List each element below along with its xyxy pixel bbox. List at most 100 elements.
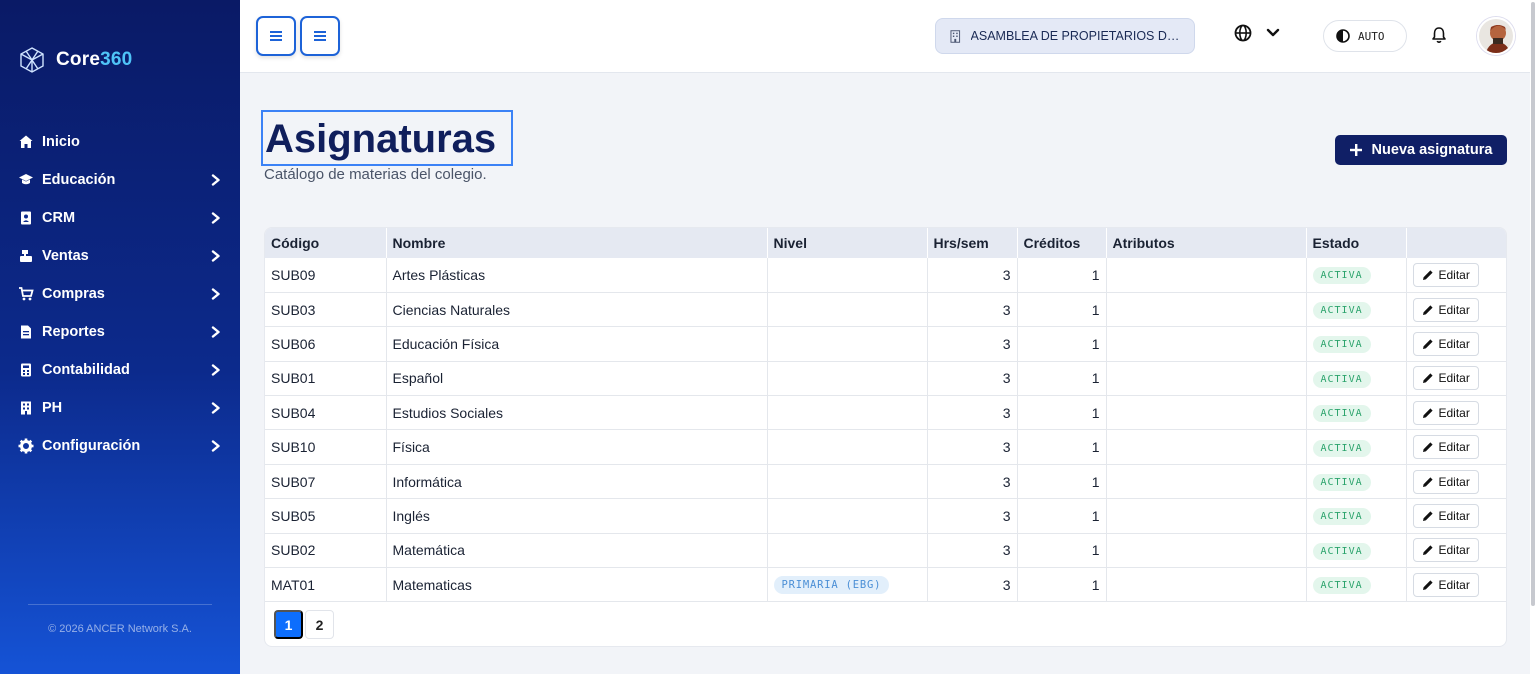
edit-button[interactable]: Editar [1412,366,1479,391]
cell-credits: 1 [1017,326,1107,362]
logo-mark-icon [20,47,44,73]
sidebar-item-compras[interactable]: Compras [0,275,240,313]
column-header-status[interactable]: Estado [1306,228,1407,258]
language-selector[interactable] [1234,24,1280,42]
column-header-level[interactable]: Nivel [767,228,928,258]
sidebar-item-inicio[interactable]: Inicio [0,123,240,161]
cell-status: ACTIVA [1306,326,1407,362]
status-badge: ACTIVA [1312,474,1371,492]
edit-label: Editar [1438,508,1470,523]
status-badge: ACTIVA [1312,267,1371,285]
sidebar-item-crm[interactable]: CRM [0,199,240,237]
edit-button[interactable]: Editar [1412,262,1479,287]
column-header-attributes[interactable]: Atributos [1106,228,1307,258]
edit-label: Editar [1438,267,1470,282]
sidebar-toggle-button[interactable] [256,16,296,56]
cell-code: SUB02 [265,533,387,569]
chevron-right-icon [211,212,220,224]
cell-status: ACTIVA [1306,429,1407,465]
organization-selector[interactable]: ASAMBLEA DE PROPIETARIOS DE ... [935,18,1195,54]
column-header-actions [1406,228,1506,258]
chevron-right-icon [211,326,220,338]
cell-level [767,395,928,431]
edit-button[interactable]: Editar [1412,331,1479,356]
status-badge: ACTIVA [1312,439,1371,457]
cell-attributes [1106,292,1307,328]
new-subject-button[interactable]: Nueva asignatura [1335,135,1507,165]
sidebar-item-label: CRM [42,210,76,226]
pencil-icon [1422,304,1433,315]
contrast-icon [1336,29,1350,43]
avatar-image [1479,19,1513,53]
cell-level [767,464,928,500]
cell-level [767,429,928,465]
column-header-hours[interactable]: Hrs/sem [927,228,1018,258]
pencil-icon [1422,270,1433,280]
scrollbar-thumb[interactable] [1531,2,1535,606]
sidebar-item-ventas[interactable]: Ventas [0,237,240,275]
table-row: SUB01 Español 3 1 ACTIVA Editar [265,361,1506,397]
table-row: SUB05 Inglés 3 1 ACTIVA Editar [265,498,1506,534]
copyright-text: © 2026 ANCER Network S.A. [48,623,192,635]
cell-attributes [1106,326,1307,362]
edit-button[interactable]: Editar [1412,572,1479,597]
edit-button[interactable]: Editar [1412,503,1479,528]
cell-hours: 3 [927,533,1018,569]
column-header-name[interactable]: Nombre [386,228,768,258]
page-button-1[interactable]: 1 [274,610,303,639]
cell-level [767,498,928,534]
cell-attributes [1106,567,1307,603]
sidebar-item-label: Reportes [42,324,105,340]
cell-status: ACTIVA [1306,567,1407,603]
sidebar-item-contabilidad[interactable]: Contabilidad [0,351,240,389]
cell-status: ACTIVA [1306,395,1407,431]
edit-label: Editar [1438,336,1470,351]
cell-actions: Editar [1406,292,1506,328]
cell-level [767,258,928,293]
menu-toggle-button[interactable] [300,16,340,56]
cell-hours: 3 [927,464,1018,500]
cash-register-icon [18,248,34,264]
cell-code: SUB03 [265,292,387,328]
sidebar-item-reportes[interactable]: Reportes [0,313,240,351]
edit-label: Editar [1438,302,1470,317]
edit-button[interactable]: Editar [1412,400,1479,425]
cell-hours: 3 [927,567,1018,603]
status-badge: ACTIVA [1312,577,1371,595]
sidebar-item-ph[interactable]: PH [0,389,240,427]
cell-name: Educación Física [386,326,768,362]
cell-credits: 1 [1017,567,1107,603]
sidebar-item-educacion[interactable]: Educación [0,161,240,199]
cell-attributes [1106,395,1307,431]
column-header-code[interactable]: Código [265,228,387,258]
edit-label: Editar [1438,371,1470,386]
sidebar-item-label: Compras [42,286,105,302]
user-avatar[interactable] [1477,17,1515,55]
pencil-icon [1422,408,1433,418]
notifications-button[interactable] [1431,26,1447,49]
cell-code: SUB05 [265,498,387,534]
edit-button[interactable]: Editar [1412,297,1479,322]
page-scrollbar[interactable] [1530,0,1536,674]
edit-button[interactable]: Editar [1412,469,1479,494]
cell-attributes [1106,361,1307,397]
bell-icon [1432,27,1446,43]
status-badge: ACTIVA [1312,336,1371,354]
edit-button[interactable]: Editar [1412,538,1479,563]
brand-logo[interactable]: Core360 [18,46,132,74]
sidebar-item-label: Educación [42,172,116,188]
cell-hours: 3 [927,361,1018,397]
table-row: SUB02 Matemática 3 1 ACTIVA Editar [265,533,1506,569]
column-header-credits[interactable]: Créditos [1017,228,1107,258]
subjects-table-card: Código Nombre Nivel Hrs/sem Créditos Atr… [264,227,1507,647]
sidebar: Core360 Inicio Educación CRM Ventas Compras R… [0,0,240,674]
sidebar-item-configuracion[interactable]: Configuración [0,427,240,465]
pencil-icon [1422,442,1433,453]
page-button-2[interactable]: 2 [305,610,334,639]
cell-status: ACTIVA [1306,464,1407,500]
edit-button[interactable]: Editar [1412,435,1479,460]
cell-attributes [1106,258,1307,293]
theme-toggle[interactable]: AUTO [1323,20,1407,52]
edit-label: Editar [1438,543,1470,558]
cell-name: Inglés [386,498,768,534]
